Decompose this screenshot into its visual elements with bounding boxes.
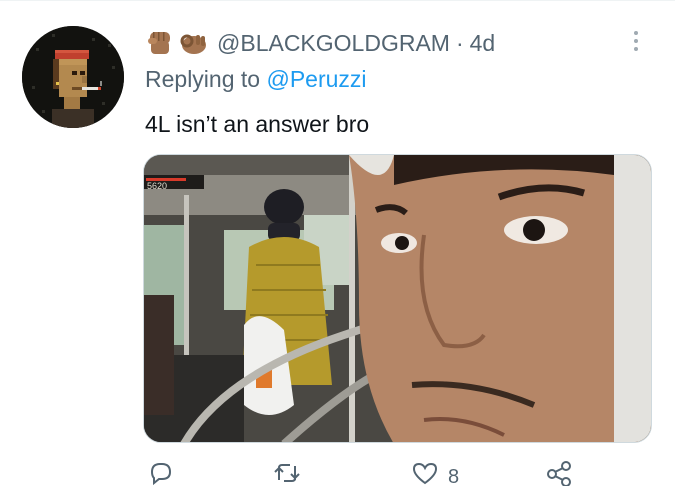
separator-dot: · [455, 29, 464, 56]
share-icon [544, 458, 574, 486]
more-options-icon[interactable] [626, 28, 646, 54]
mention-link[interactable]: @Peruzzi [266, 66, 366, 92]
tweet-header: @BLACKGOLDGRAM · 4d [145, 27, 495, 59]
timestamp[interactable]: 4d [470, 30, 496, 57]
avatar[interactable] [22, 26, 124, 128]
bus-sign-number: 5620 [147, 181, 167, 191]
media-video[interactable]: 5620 [143, 154, 652, 443]
tweet-text: 4L isn’t an answer bro [145, 111, 370, 137]
tweet-card[interactable]: @BLACKGOLDGRAM · 4d Replying to @Peruzzi… [0, 0, 675, 488]
share-button[interactable] [544, 458, 582, 486]
retweet-button[interactable] [272, 458, 310, 486]
replying-to-line: Replying to @Peruzzi [145, 66, 367, 93]
retweet-icon [272, 458, 302, 486]
reply-button[interactable] [146, 458, 182, 486]
like-button[interactable]: 8 [410, 458, 459, 488]
ok-hand-icon [178, 29, 208, 57]
raised-fist-icon [145, 29, 175, 57]
reply-icon [146, 458, 174, 486]
tweet-actions: 8 [0, 458, 675, 488]
heart-icon [410, 458, 440, 486]
user-handle[interactable]: @BLACKGOLDGRAM [217, 30, 450, 57]
replying-to-label: Replying to [145, 66, 261, 92]
